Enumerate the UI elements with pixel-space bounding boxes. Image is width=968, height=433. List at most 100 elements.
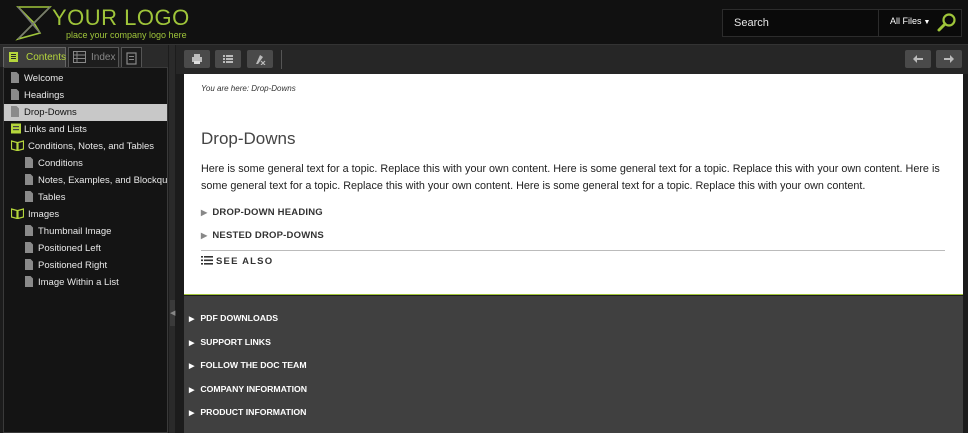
breadcrumb: You are here: Drop-Downs	[201, 84, 296, 93]
footer-item-label: FOLLOW THE DOC TEAM	[200, 360, 307, 370]
toc-item-label: Conditions, Notes, and Tables	[28, 141, 155, 152]
toc-item[interactable]: Images	[4, 206, 167, 223]
pane-splitter[interactable]	[169, 45, 175, 433]
expand-arrow-icon: ▶	[189, 387, 195, 394]
collapse-pane-icon[interactable]: ◀	[170, 300, 175, 326]
toggle-list-icon	[223, 55, 233, 63]
tab-contents-label: Contents	[26, 52, 67, 63]
page-icon	[25, 259, 33, 273]
page-icon	[25, 242, 33, 256]
page-icon	[25, 174, 33, 188]
toc-item[interactable]: Links and Lists	[4, 121, 167, 138]
toc-item-label: Image Within a List	[38, 277, 119, 288]
toggle-list-button[interactable]	[215, 50, 241, 68]
page-icon	[25, 157, 33, 171]
see-also-button[interactable]: SEE ALSO	[201, 256, 273, 267]
page-title: Drop-Downs	[201, 129, 296, 148]
toc-item[interactable]: Conditions, Notes, and Tables	[4, 138, 167, 155]
toc-item[interactable]: Headings	[4, 87, 167, 104]
page-icon	[25, 225, 33, 239]
logo-tagline: place your company logo here	[66, 30, 187, 40]
toc-item[interactable]: Image Within a List	[4, 274, 167, 291]
navigation-tabs: Contents Index	[0, 45, 168, 67]
page-icon	[25, 191, 33, 205]
expand-arrow-icon: ▶	[189, 363, 195, 370]
search-icon	[937, 13, 956, 32]
toc-item[interactable]: Tables	[4, 189, 167, 206]
footer-item-pdf-downloads[interactable]: ▶ PDF DOWNLOADS	[189, 313, 278, 323]
expand-arrow-icon: ▶	[189, 410, 195, 417]
header: YOUR LOGO place your company logo here A…	[0, 0, 968, 45]
tab-contents[interactable]: Contents	[3, 47, 66, 67]
search-input[interactable]	[723, 10, 877, 36]
footer-item-support-links[interactable]: ▶ SUPPORT LINKS	[189, 337, 271, 347]
page-icon	[11, 106, 19, 120]
toc-item-label: Links and Lists	[24, 124, 87, 135]
toc-item[interactable]: Welcome	[4, 70, 167, 87]
forward-arrow-icon	[944, 55, 954, 63]
footer-item-product-information[interactable]: ▶ PRODUCT INFORMATION	[189, 407, 306, 417]
page-icon	[11, 72, 19, 86]
toc-item-label: Images	[28, 209, 60, 220]
tab-index[interactable]: Index	[68, 47, 119, 67]
toc-item-label: Conditions	[38, 158, 83, 169]
toc-item-label: Positioned Right	[38, 260, 108, 271]
toc-item-label: Thumbnail Image	[38, 226, 112, 237]
footer: ▶ PDF DOWNLOADS ▶ SUPPORT LINKS ▶ FOLLOW TH…	[184, 296, 963, 433]
body-text: Here is some general text for a topic. R…	[201, 163, 940, 192]
contents-icon	[9, 52, 18, 62]
divider	[201, 250, 945, 251]
forward-button[interactable]	[936, 50, 962, 68]
footer-item-company-information[interactable]: ▶ COMPANY INFORMATION	[189, 384, 307, 394]
topic-toolbar	[176, 45, 968, 74]
dropdown-heading-label: DROP-DOWN HEADING	[212, 207, 323, 218]
toc-item-label: Welcome	[24, 73, 64, 84]
logo-title: YOUR LOGO	[52, 5, 190, 30]
dropdown-heading[interactable]: ▶ DROP-DOWN HEADING	[201, 207, 323, 218]
toc-item[interactable]: Notes, Examples, and Blockquotes	[4, 172, 167, 189]
print-button[interactable]	[184, 50, 210, 68]
footer-item-label: SUPPORT LINKS	[200, 337, 271, 347]
dropdown-nested[interactable]: ▶ NESTED DROP-DOWNS	[201, 230, 324, 241]
expand-arrow-icon: ▶	[201, 208, 208, 217]
toc-item-label: Headings	[24, 90, 65, 101]
page-icon	[25, 276, 33, 290]
toolbar-separator	[281, 50, 282, 69]
footer-item-label: COMPANY INFORMATION	[200, 384, 308, 394]
search-filter-dropdown[interactable]: All Files ▼	[878, 10, 932, 36]
toc-item[interactable]: Positioned Left	[4, 240, 167, 257]
open-book-icon	[10, 208, 25, 222]
list-icon	[201, 256, 213, 265]
toc-item[interactable]: Thumbnail Image	[4, 223, 167, 240]
footer-item-follow-doc-team[interactable]: ▶ FOLLOW THE DOC TEAM	[189, 360, 307, 370]
toc-panel: Welcome Headings Drop-Downs Links and Lists…	[3, 67, 168, 433]
toc-item-label: Tables	[38, 192, 66, 203]
footer-item-label: PDF DOWNLOADS	[200, 313, 279, 323]
expand-arrow-icon: ▶	[201, 231, 208, 240]
tab-glossary[interactable]	[121, 47, 142, 67]
toc-item[interactable]: Positioned Right	[4, 257, 167, 274]
footer-item-label: PRODUCT INFORMATION	[200, 407, 307, 417]
remove-highlight-button[interactable]	[247, 50, 273, 68]
closed-book-icon	[11, 123, 21, 137]
chevron-down-icon: ▼	[923, 19, 931, 26]
expand-arrow-icon: ▶	[189, 316, 195, 323]
search-filter-label: All Files	[890, 16, 922, 26]
toc-item[interactable]: Drop-Downs	[4, 104, 167, 121]
see-also-label: SEE ALSO	[216, 256, 274, 267]
toc-item-label: Drop-Downs	[24, 107, 77, 118]
back-button[interactable]	[905, 50, 931, 68]
back-arrow-icon	[913, 55, 923, 63]
expand-arrow-icon: ▶	[189, 340, 195, 347]
open-book-icon	[10, 140, 25, 154]
tab-index-label: Index	[91, 52, 116, 63]
search-box: All Files▼	[722, 9, 962, 37]
search-button[interactable]	[933, 10, 961, 36]
toc-item[interactable]: Conditions	[4, 155, 167, 172]
toc-item-label: Notes, Examples, and Blockquotes	[38, 175, 167, 186]
glossary-icon	[126, 52, 137, 65]
topic-content: You are here: Drop-Downs Drop-Downs Here…	[184, 74, 963, 295]
remove-highlight-icon	[256, 55, 266, 65]
index-icon	[73, 51, 86, 63]
toc-item-label: Positioned Left	[38, 243, 101, 254]
